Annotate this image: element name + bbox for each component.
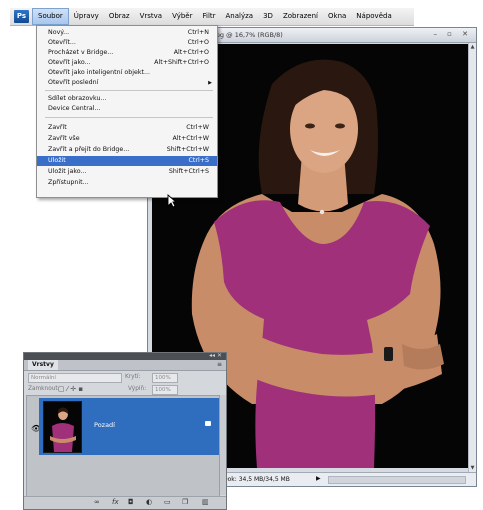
panel-footer: ∞ fx ◘ ◐ ▭ ❐ ▥ (24, 496, 226, 509)
layer-thumbnail (43, 401, 82, 453)
scroll-up-icon[interactable]: ▲ (469, 44, 476, 50)
panel-menu-icon[interactable]: ≡ (217, 361, 222, 368)
layer-row-background[interactable]: Pozadí (39, 398, 219, 455)
layer-name: Pozadí (94, 421, 115, 429)
menu-item-save[interactable]: Uložit Ctrl+S (37, 156, 217, 166)
menu-layer[interactable]: Vrstva (135, 8, 168, 25)
document-title: jpg @ 16,7% (RGB/8) (214, 31, 283, 39)
layer-list-scrollbar[interactable] (220, 395, 226, 495)
opacity-field[interactable]: 100% (152, 373, 178, 383)
menu-separator (45, 90, 213, 91)
submenu-arrow-icon: ▶ (208, 80, 212, 86)
photoshop-logo: Ps (14, 10, 29, 23)
layers-panel: ◂◂ ✕ Vrstvy ≡ Normální Krytí: 100% Zamkn… (23, 352, 227, 510)
tab-layers[interactable]: Vrstvy (28, 360, 58, 370)
panel-header[interactable]: ◂◂ ✕ (24, 352, 226, 360)
menu-3d[interactable]: 3D (258, 8, 278, 25)
blend-row: Normální Krytí: 100% (24, 372, 226, 383)
scroll-down-icon[interactable]: ▼ (469, 465, 476, 471)
layer-list: 👁 Pozadí (26, 395, 220, 497)
menu-item-open[interactable]: Otevřít... Ctrl+O (37, 38, 217, 48)
menu-item-new[interactable]: Nový... Ctrl+N (37, 28, 217, 38)
menu-filter[interactable]: Filtr (197, 8, 220, 25)
menu-item-close[interactable]: Zavřít Ctrl+W (37, 123, 217, 133)
menu-item-close-all[interactable]: Zavřít vše Alt+Ctrl+W (37, 134, 217, 144)
menu-analysis[interactable]: Analýza (221, 8, 259, 25)
menu-item-share-screen[interactable]: Sdílet obrazovku... (37, 94, 217, 104)
menu-help[interactable]: Nápověda (351, 8, 396, 25)
lock-options-icon[interactable]: ▢ ⁄ ✛ ▪ (58, 385, 83, 393)
mask-icon[interactable]: ◘ (128, 498, 134, 506)
horizontal-scrollbar[interactable] (328, 476, 466, 484)
panel-collapse-icon[interactable]: ◂◂ ✕ (209, 352, 222, 359)
adjustment-icon[interactable]: ◐ (146, 498, 152, 506)
menu-item-open-as[interactable]: Otevřít jako... Alt+Shift+Ctrl+O (37, 58, 217, 68)
menu-image[interactable]: Obraz (104, 8, 135, 25)
mouse-cursor-icon (167, 194, 178, 210)
fx-icon[interactable]: fx (112, 498, 119, 506)
vertical-scrollbar[interactable]: ▲ ▼ (468, 43, 476, 472)
menu-item-browse-bridge[interactable]: Procházet v Bridge... Alt+Ctrl+O (37, 48, 217, 58)
lock-row: Zamknout: ▢ ⁄ ✛ ▪ Výplň: 100% (24, 384, 226, 395)
menu-item-device-central[interactable]: Device Central... (37, 104, 217, 114)
window-controls[interactable]: – ▫ ✕ (433, 30, 472, 38)
folder-icon[interactable]: ▭ (164, 498, 171, 506)
file-menu-dropdown: Nový... Ctrl+N Otevřít... Ctrl+O Procházet… (36, 25, 218, 208)
menu-item-open-smart-object[interactable]: Otevřít jako inteligentní objekt... (37, 68, 217, 78)
menu-item-close-go-bridge[interactable]: Zavřít a přejít do Bridge... Shift+Ctrl+W (37, 145, 217, 155)
menu-select[interactable]: Výběr (167, 8, 197, 25)
fill-label: Výplň: (128, 386, 147, 392)
panel-tab-row: Vrstvy ≡ (24, 360, 226, 371)
menu-item-open-recent[interactable]: Otevřít poslední ▶ (37, 78, 217, 88)
trash-icon[interactable]: ▥ (202, 498, 209, 506)
document-size: Dok: 34,5 MB/34,5 MB (223, 476, 290, 483)
menu-window[interactable]: Okna (323, 8, 351, 25)
status-menu-arrow-icon[interactable]: ▶ (316, 475, 321, 482)
menu-item-share[interactable]: Zpřístupnit... (37, 178, 217, 188)
blend-mode-select[interactable]: Normální (28, 373, 122, 383)
new-layer-icon[interactable]: ❐ (182, 498, 188, 506)
menu-file[interactable]: Soubor (32, 8, 69, 25)
menu-view[interactable]: Zobrazení (278, 8, 323, 25)
layer-lock-icon (205, 421, 211, 426)
menu-separator (45, 117, 213, 118)
fill-field[interactable]: 100% (152, 385, 178, 395)
menu-item-save-as[interactable]: Uložit jako... Shift+Ctrl+S (37, 167, 217, 177)
lock-label: Zamknout: (28, 386, 60, 392)
opacity-label: Krytí: (125, 374, 141, 380)
menu-edit[interactable]: Úpravy (69, 8, 104, 25)
link-icon[interactable]: ∞ (94, 498, 100, 506)
menu-bar: Ps Soubor Úpravy Obraz Vrstva Výběr Filt… (10, 8, 414, 26)
